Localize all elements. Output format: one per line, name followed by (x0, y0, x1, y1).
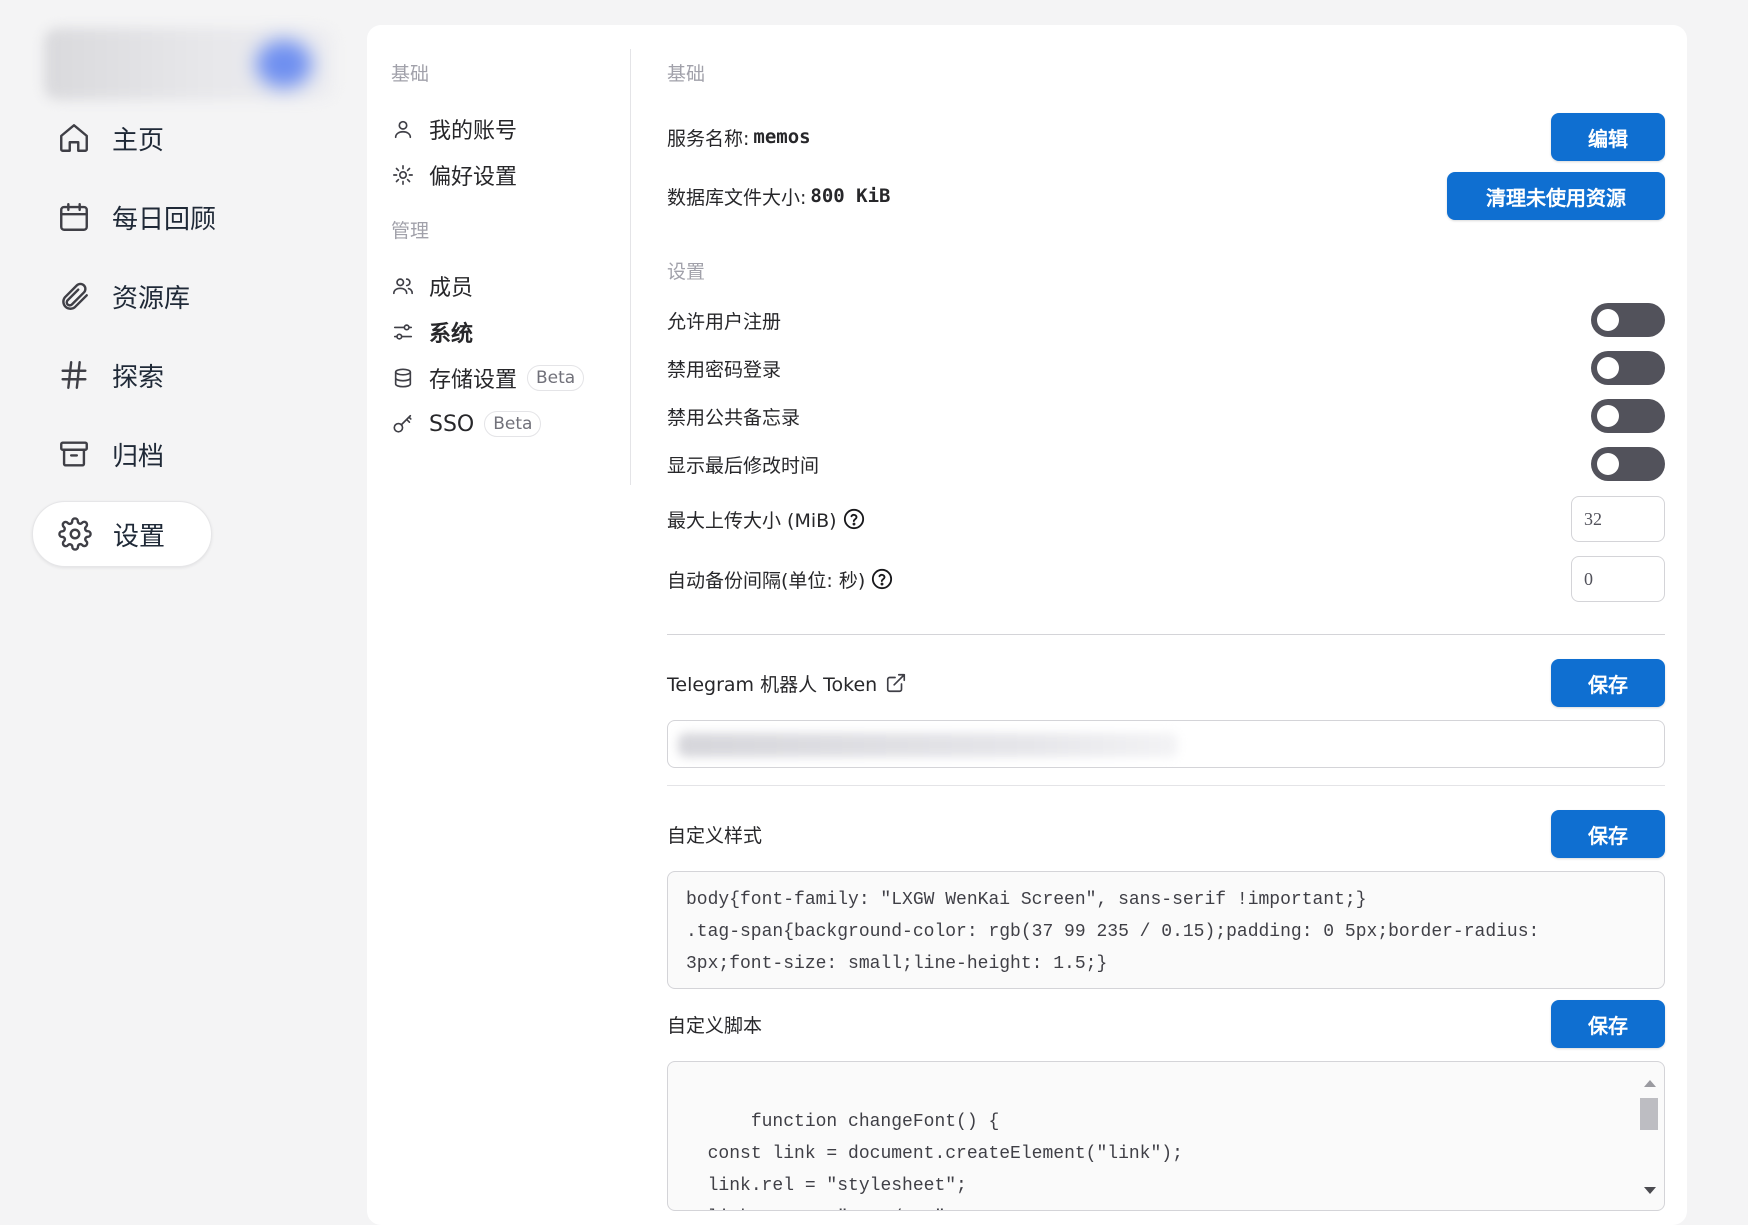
sliders-icon (391, 320, 415, 344)
subnav-item-storage[interactable]: 存储设置 Beta (391, 355, 631, 401)
custom-script-label: 自定义脚本 (667, 1014, 763, 1037)
disable-public-memos-row: 禁用公共备忘录 (667, 399, 1665, 433)
custom-style-textarea[interactable]: body{font-family: "LXGW WenKai Screen", … (667, 871, 1665, 989)
nav-item-label: 每日回顾 (112, 204, 217, 235)
database-icon (391, 366, 415, 390)
help-circle-icon[interactable] (843, 508, 865, 530)
subnav-item-my-account[interactable]: 我的账号 (391, 106, 631, 152)
scroll-thumb[interactable] (1640, 1098, 1658, 1130)
beta-badge: Beta (527, 365, 585, 391)
settings-card: 基础 我的账号 偏好设置 管理 成员 系统 存储设置 Beta SSO Beta… (367, 25, 1687, 1225)
telegram-token-row: Telegram 机器人 Token 保存 (667, 659, 1665, 707)
max-upload-label: 最大上传大小 (MiB) (667, 509, 837, 532)
custom-style-row: 自定义样式 保存 (667, 810, 1665, 858)
vertical-divider (630, 49, 631, 485)
service-name-value: memos (753, 126, 811, 148)
divider (667, 634, 1665, 635)
subnav-item-members[interactable]: 成员 (391, 263, 631, 309)
section-title-settings: 设置 (667, 261, 706, 283)
subnav-item-system[interactable]: 系统 (391, 309, 631, 355)
show-last-modified-toggle[interactable] (1591, 447, 1665, 481)
nav-item-daily-review[interactable]: 每日回顾 (32, 185, 236, 249)
nav-item-settings[interactable]: 设置 (32, 501, 212, 567)
custom-style-label: 自定义样式 (667, 824, 763, 847)
allow-signup-toggle[interactable] (1591, 303, 1665, 337)
subnav-item-label: 偏好设置 (429, 165, 518, 190)
beta-badge: Beta (484, 411, 542, 437)
custom-script-textarea[interactable]: function changeFont() { const link = doc… (667, 1061, 1665, 1211)
subnav-item-label: 我的账号 (429, 119, 518, 144)
backup-interval-label: 自动备份间隔(单位: 秒) (667, 569, 866, 592)
allow-signup-label: 允许用户注册 (667, 310, 782, 333)
service-name-row: 服务名称: memos 编辑 (667, 113, 1665, 161)
calendar-icon (56, 199, 92, 235)
avatar (256, 40, 312, 88)
backup-interval-row: 自动备份间隔(单位: 秒) 0 (667, 556, 1665, 602)
token-blurred-value (678, 733, 1178, 757)
subnav-item-label: 存储设置 (429, 368, 518, 393)
disable-password-login-toggle[interactable] (1591, 351, 1665, 385)
home-icon (56, 120, 92, 156)
key-icon (391, 412, 415, 436)
subnav-item-label: SSO (429, 411, 475, 437)
gear-icon (57, 516, 93, 552)
hash-icon (56, 357, 92, 393)
nav-item-label: 探索 (112, 362, 165, 393)
subnav-section-admin: 管理 (391, 220, 430, 242)
paperclip-icon (56, 278, 92, 314)
telegram-token-input[interactable] (667, 720, 1665, 768)
nav-item-label: 归档 (112, 441, 165, 472)
show-last-modified-row: 显示最后修改时间 (667, 447, 1665, 481)
user-icon (391, 117, 415, 141)
nav-item-explore[interactable]: 探索 (32, 343, 194, 407)
save-custom-style-button[interactable]: 保存 (1551, 810, 1665, 858)
cleanup-unused-resources-button[interactable]: 清理未使用资源 (1447, 172, 1665, 220)
subnav-item-label: 成员 (429, 276, 474, 301)
nav-item-home[interactable]: 主页 (32, 106, 194, 170)
nav-item-label: 主页 (112, 125, 165, 156)
custom-script-row: 自定义脚本 保存 (667, 1000, 1665, 1048)
archive-icon (56, 436, 92, 472)
disable-password-login-row: 禁用密码登录 (667, 351, 1665, 385)
settings-subnav: 基础 我的账号 偏好设置 管理 成员 系统 存储设置 Beta SSO Beta (391, 25, 631, 447)
help-circle-icon[interactable] (871, 568, 893, 590)
users-icon (391, 274, 415, 298)
show-last-modified-label: 显示最后修改时间 (667, 454, 820, 477)
nav-item-label: 资源库 (112, 283, 191, 314)
custom-script-code: function changeFont() { const link = doc… (707, 1112, 1183, 1210)
disable-password-login-label: 禁用密码登录 (667, 358, 782, 381)
telegram-token-label: Telegram 机器人 Token (667, 673, 878, 696)
edit-button[interactable]: 编辑 (1551, 113, 1665, 161)
disable-public-memos-toggle[interactable] (1591, 399, 1665, 433)
db-size-value: 800 KiB (810, 185, 891, 207)
nav-item-label: 设置 (113, 521, 166, 552)
nav-item-resources[interactable]: 资源库 (32, 264, 236, 328)
save-telegram-button[interactable]: 保存 (1551, 659, 1665, 707)
scroll-down-arrow[interactable] (1644, 1187, 1656, 1194)
db-size-row: 数据库文件大小: 800 KiB 清理未使用资源 (667, 172, 1665, 220)
user-profile-blurred[interactable] (44, 28, 334, 100)
divider (667, 785, 1665, 786)
max-upload-row: 最大上传大小 (MiB) 32 (667, 496, 1665, 542)
disable-public-memos-label: 禁用公共备忘录 (667, 406, 801, 429)
max-upload-input[interactable]: 32 (1571, 496, 1665, 542)
backup-interval-input[interactable]: 0 (1571, 556, 1665, 602)
section-title-basic: 基础 (667, 63, 706, 85)
subnav-section-basic: 基础 (391, 63, 430, 85)
scrollbar[interactable] (1638, 1076, 1660, 1196)
subnav-item-preferences[interactable]: 偏好设置 (391, 152, 631, 198)
cog-icon (391, 163, 415, 187)
db-size-label: 数据库文件大小: (667, 186, 807, 209)
external-link-icon[interactable] (885, 672, 907, 694)
subnav-item-label: 系统 (429, 322, 474, 347)
service-name-label: 服务名称: (667, 127, 750, 150)
nav-item-archived[interactable]: 归档 (32, 422, 194, 486)
scroll-up-arrow[interactable] (1644, 1080, 1656, 1087)
allow-signup-row: 允许用户注册 (667, 303, 1665, 337)
save-custom-script-button[interactable]: 保存 (1551, 1000, 1665, 1048)
subnav-item-sso[interactable]: SSO Beta (391, 401, 631, 447)
primary-nav: 主页 每日回顾 资源库 探索 归档 设置 (32, 106, 352, 582)
